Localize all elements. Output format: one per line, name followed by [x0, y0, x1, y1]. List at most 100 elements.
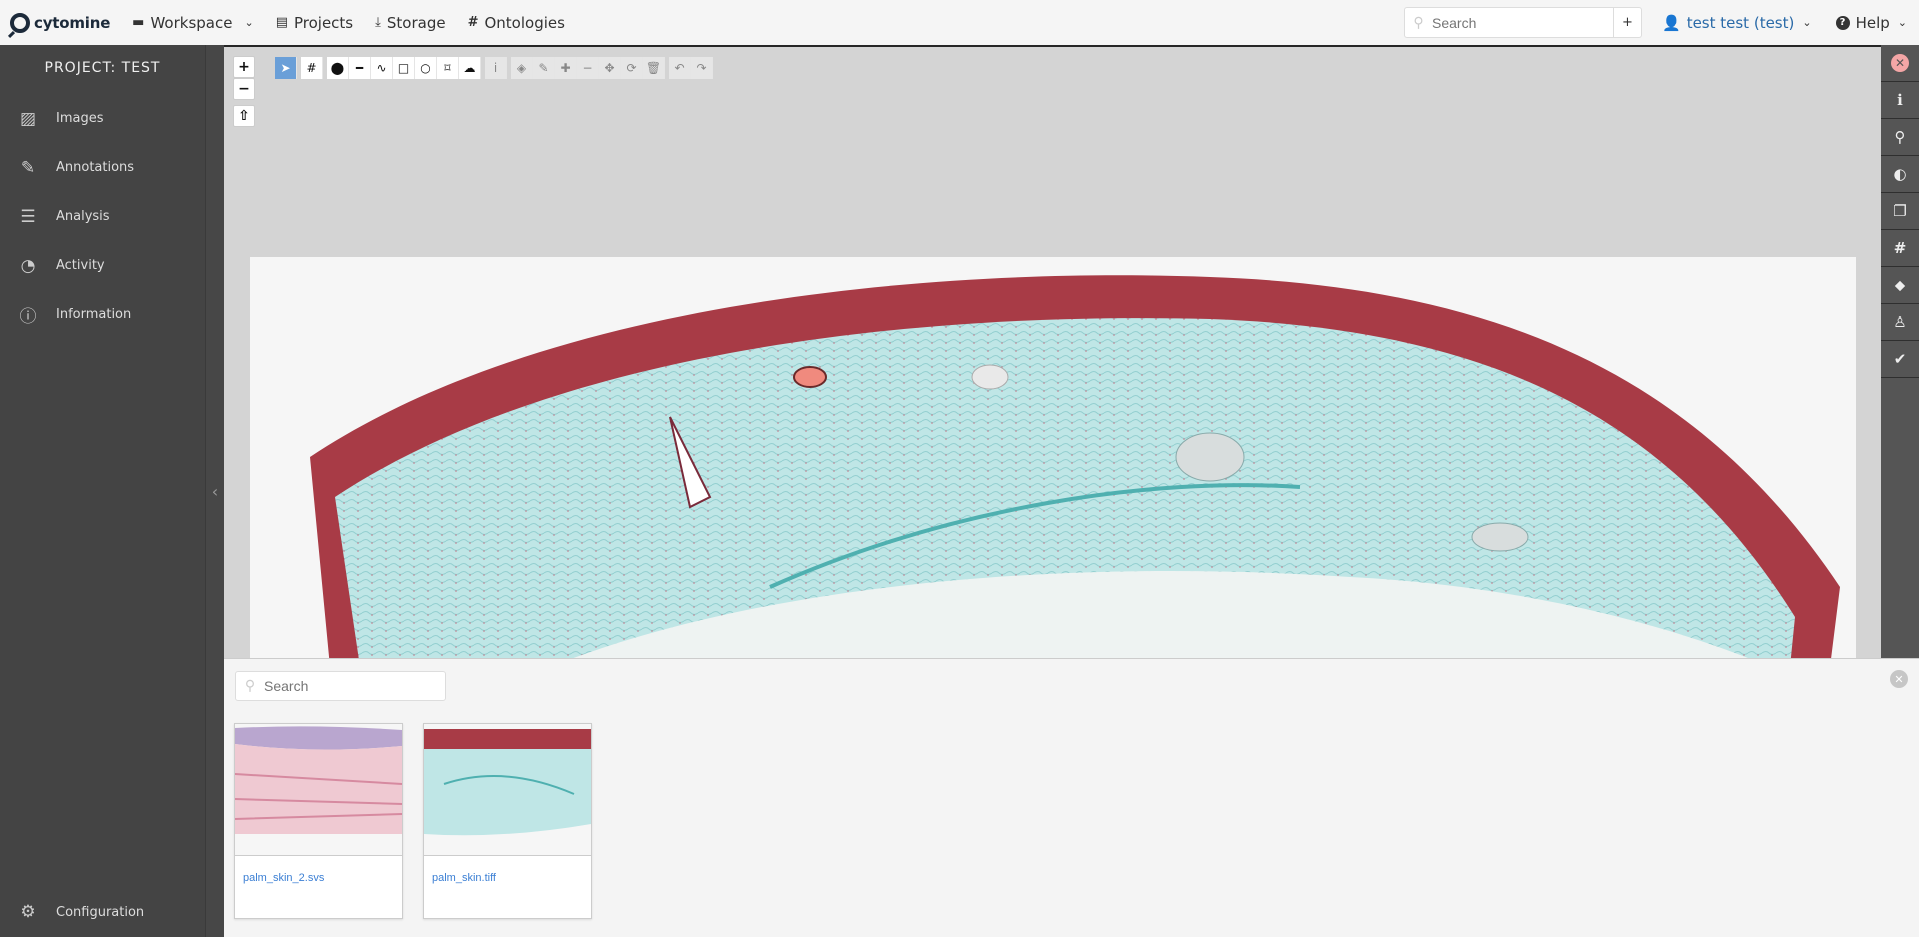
- copy-icon: ❐: [1893, 202, 1907, 220]
- download-icon: ⤓: [375, 15, 381, 30]
- close-gallery-button[interactable]: ✕: [1890, 670, 1908, 688]
- tool-move-button[interactable]: ✥: [599, 57, 621, 79]
- follow-panel-button[interactable]: ♙: [1881, 304, 1919, 341]
- close-icon: ✕: [1891, 54, 1909, 72]
- sidebar-item-label: Analysis: [56, 209, 110, 224]
- hashtag-icon: #: [1893, 239, 1907, 257]
- viewer-panels-sidebar: ✕ ℹ ⚲ ◐ ❐ # ⬥ ♙ ✔: [1881, 45, 1919, 658]
- info-icon: ℹ: [1897, 91, 1903, 109]
- check-circle-icon: ✔: [1893, 350, 1907, 368]
- tool-edit-button[interactable]: ✎: [533, 57, 555, 79]
- cytomine-logo-icon: [10, 12, 30, 33]
- tool-freehand-line-button[interactable]: ∿: [371, 57, 393, 79]
- image-thumbnail[interactable]: [424, 724, 591, 856]
- image-viewer[interactable]: + − ⇧ ➤ # ⬤ ━ ∿ □ ○ ⌑ ☁ i ◈ ✎ ✚ − ✥ ⟳ 🗑 ↶ ↷: [224, 45, 1881, 658]
- tool-rotate-button[interactable]: ⟳: [621, 57, 643, 79]
- tool-freehand-polygon-button[interactable]: ☁: [459, 57, 481, 79]
- sidebar-item-label: Images: [56, 111, 104, 126]
- image-card[interactable]: palm_skin_2.svs: [234, 723, 403, 919]
- layers-panel-button[interactable]: ❐: [1881, 193, 1919, 230]
- undo-icon: ↶: [674, 61, 685, 75]
- chevron-down-icon: ⌄: [1802, 16, 1812, 29]
- search-add-button[interactable]: +: [1613, 8, 1641, 37]
- sidebar-collapse-toggle[interactable]: ‹: [205, 45, 224, 937]
- tool-correct-remove-button[interactable]: −: [577, 57, 599, 79]
- tissue-image: [310, 275, 1840, 658]
- image-card[interactable]: palm_skin.tiff: [423, 723, 592, 919]
- zoom-out-button[interactable]: −: [233, 78, 255, 100]
- review-panel-button[interactable]: ✔: [1881, 341, 1919, 378]
- toolbar-group: i: [485, 57, 507, 79]
- fill-icon: ◈: [516, 61, 527, 75]
- slide-image[interactable]: [250, 257, 1856, 658]
- tool-redo-button[interactable]: ↷: [691, 57, 713, 79]
- thumbnail-he: [235, 724, 402, 855]
- cytomine-logo[interactable]: cytomine: [10, 0, 110, 45]
- sidebar-item-analysis[interactable]: ☰ Analysis: [0, 192, 205, 241]
- tool-polygon-button[interactable]: ⌑: [437, 57, 459, 79]
- tool-delete-button[interactable]: 🗑: [643, 57, 665, 79]
- sidebar-item-information[interactable]: ⓘ Information: [0, 290, 205, 339]
- search-icon: ⚲: [244, 678, 256, 694]
- info-icon: i: [493, 61, 498, 75]
- tool-fill-button[interactable]: ◈: [511, 57, 533, 79]
- tool-point-button[interactable]: ⬤: [327, 57, 349, 79]
- tool-info-button[interactable]: i: [485, 57, 507, 79]
- cogs-icon: ⚙: [20, 902, 36, 922]
- sidebar-item-images[interactable]: ▨ Images: [0, 94, 205, 143]
- top-navbar: cytomine ▬ Workspace ⌄ ▤ Projects ⤓ Stor…: [0, 0, 1919, 45]
- image-name-link[interactable]: palm_skin.tiff: [432, 872, 591, 884]
- rectangle-icon: □: [397, 61, 410, 75]
- tool-hashtag-button[interactable]: #: [301, 57, 323, 79]
- information-panel-button[interactable]: ℹ: [1881, 82, 1919, 119]
- search-icon: ⚲: [1413, 14, 1424, 31]
- sidebar-menu: ▨ Images ✎ Annotations ☰ Analysis ◔ Acti…: [0, 94, 205, 339]
- image-name-link[interactable]: palm_skin_2.svs: [243, 872, 402, 884]
- nav-projects[interactable]: ▤ Projects: [276, 0, 353, 45]
- tool-circle-button[interactable]: ○: [415, 57, 437, 79]
- properties-panel-button[interactable]: #: [1881, 230, 1919, 267]
- nav-workspace-label: Workspace: [150, 13, 233, 32]
- delete-icon: 🗑: [645, 61, 662, 75]
- close-viewer-button[interactable]: ✕: [1881, 45, 1919, 82]
- images-icon: ▨: [19, 108, 37, 129]
- toolbar-group: ↶ ↷: [669, 57, 713, 79]
- global-search-input[interactable]: [1432, 8, 1613, 37]
- nav-workspace[interactable]: ▬ Workspace ⌄: [132, 0, 254, 45]
- correct-remove-icon: −: [582, 61, 593, 75]
- tags-panel-button[interactable]: ⬥: [1881, 267, 1919, 304]
- toolbar-group: ◈ ✎ ✚ − ✥ ⟳ 🗑: [511, 57, 665, 79]
- image-thumbnail[interactable]: [235, 724, 402, 856]
- sidebar-item-configuration[interactable]: ⚙ Configuration: [0, 887, 205, 937]
- tag-icon: ⬥: [1894, 276, 1906, 294]
- brand-name: cytomine: [34, 13, 111, 32]
- folder-open-icon: ▬: [132, 15, 145, 30]
- tool-select-button[interactable]: ➤: [275, 57, 297, 79]
- nav-storage[interactable]: ⤓ Storage: [375, 0, 445, 45]
- sidebar-item-label: Activity: [56, 258, 105, 273]
- sidebar-item-label: Annotations: [56, 160, 135, 175]
- navbar-right: ⚲ + 👤 test test (test) ⌄ ? Help ⌄: [1404, 0, 1919, 45]
- gallery-search-input[interactable]: [264, 678, 445, 694]
- thumbnail-trichrome: [424, 724, 591, 855]
- reset-rotation-button[interactable]: ⇧: [233, 105, 255, 127]
- sidebar-item-label: Information: [56, 307, 132, 322]
- move-icon: ✥: [604, 61, 615, 75]
- toolbar-group: ⬤ ━ ∿ □ ○ ⌑ ☁: [327, 57, 481, 79]
- tool-correct-add-button[interactable]: ✚: [555, 57, 577, 79]
- zoom-in-button[interactable]: +: [233, 56, 255, 78]
- digital-zoom-panel-button[interactable]: ⚲: [1881, 119, 1919, 156]
- user-menu[interactable]: 👤 test test (test) ⌄: [1662, 14, 1812, 32]
- sidebar-item-activity[interactable]: ◔ Activity: [0, 241, 205, 290]
- tool-rectangle-button[interactable]: □: [393, 57, 415, 79]
- colors-panel-button[interactable]: ◐: [1881, 156, 1919, 193]
- annotation-toolbar: ➤ # ⬤ ━ ∿ □ ○ ⌑ ☁ i ◈ ✎ ✚ − ✥ ⟳ 🗑 ↶ ↷: [275, 57, 717, 79]
- gallery-search: ⚲: [235, 671, 446, 701]
- tool-line-button[interactable]: ━: [349, 57, 371, 79]
- nav-ontologies[interactable]: # Ontologies: [468, 0, 565, 45]
- tool-undo-button[interactable]: ↶: [669, 57, 691, 79]
- help-menu[interactable]: ? Help ⌄: [1835, 14, 1907, 32]
- polygon-icon: ⌑: [444, 61, 451, 75]
- sidebar-item-annotations[interactable]: ✎ Annotations: [0, 143, 205, 192]
- freehand-polygon-icon: ☁: [463, 61, 476, 75]
